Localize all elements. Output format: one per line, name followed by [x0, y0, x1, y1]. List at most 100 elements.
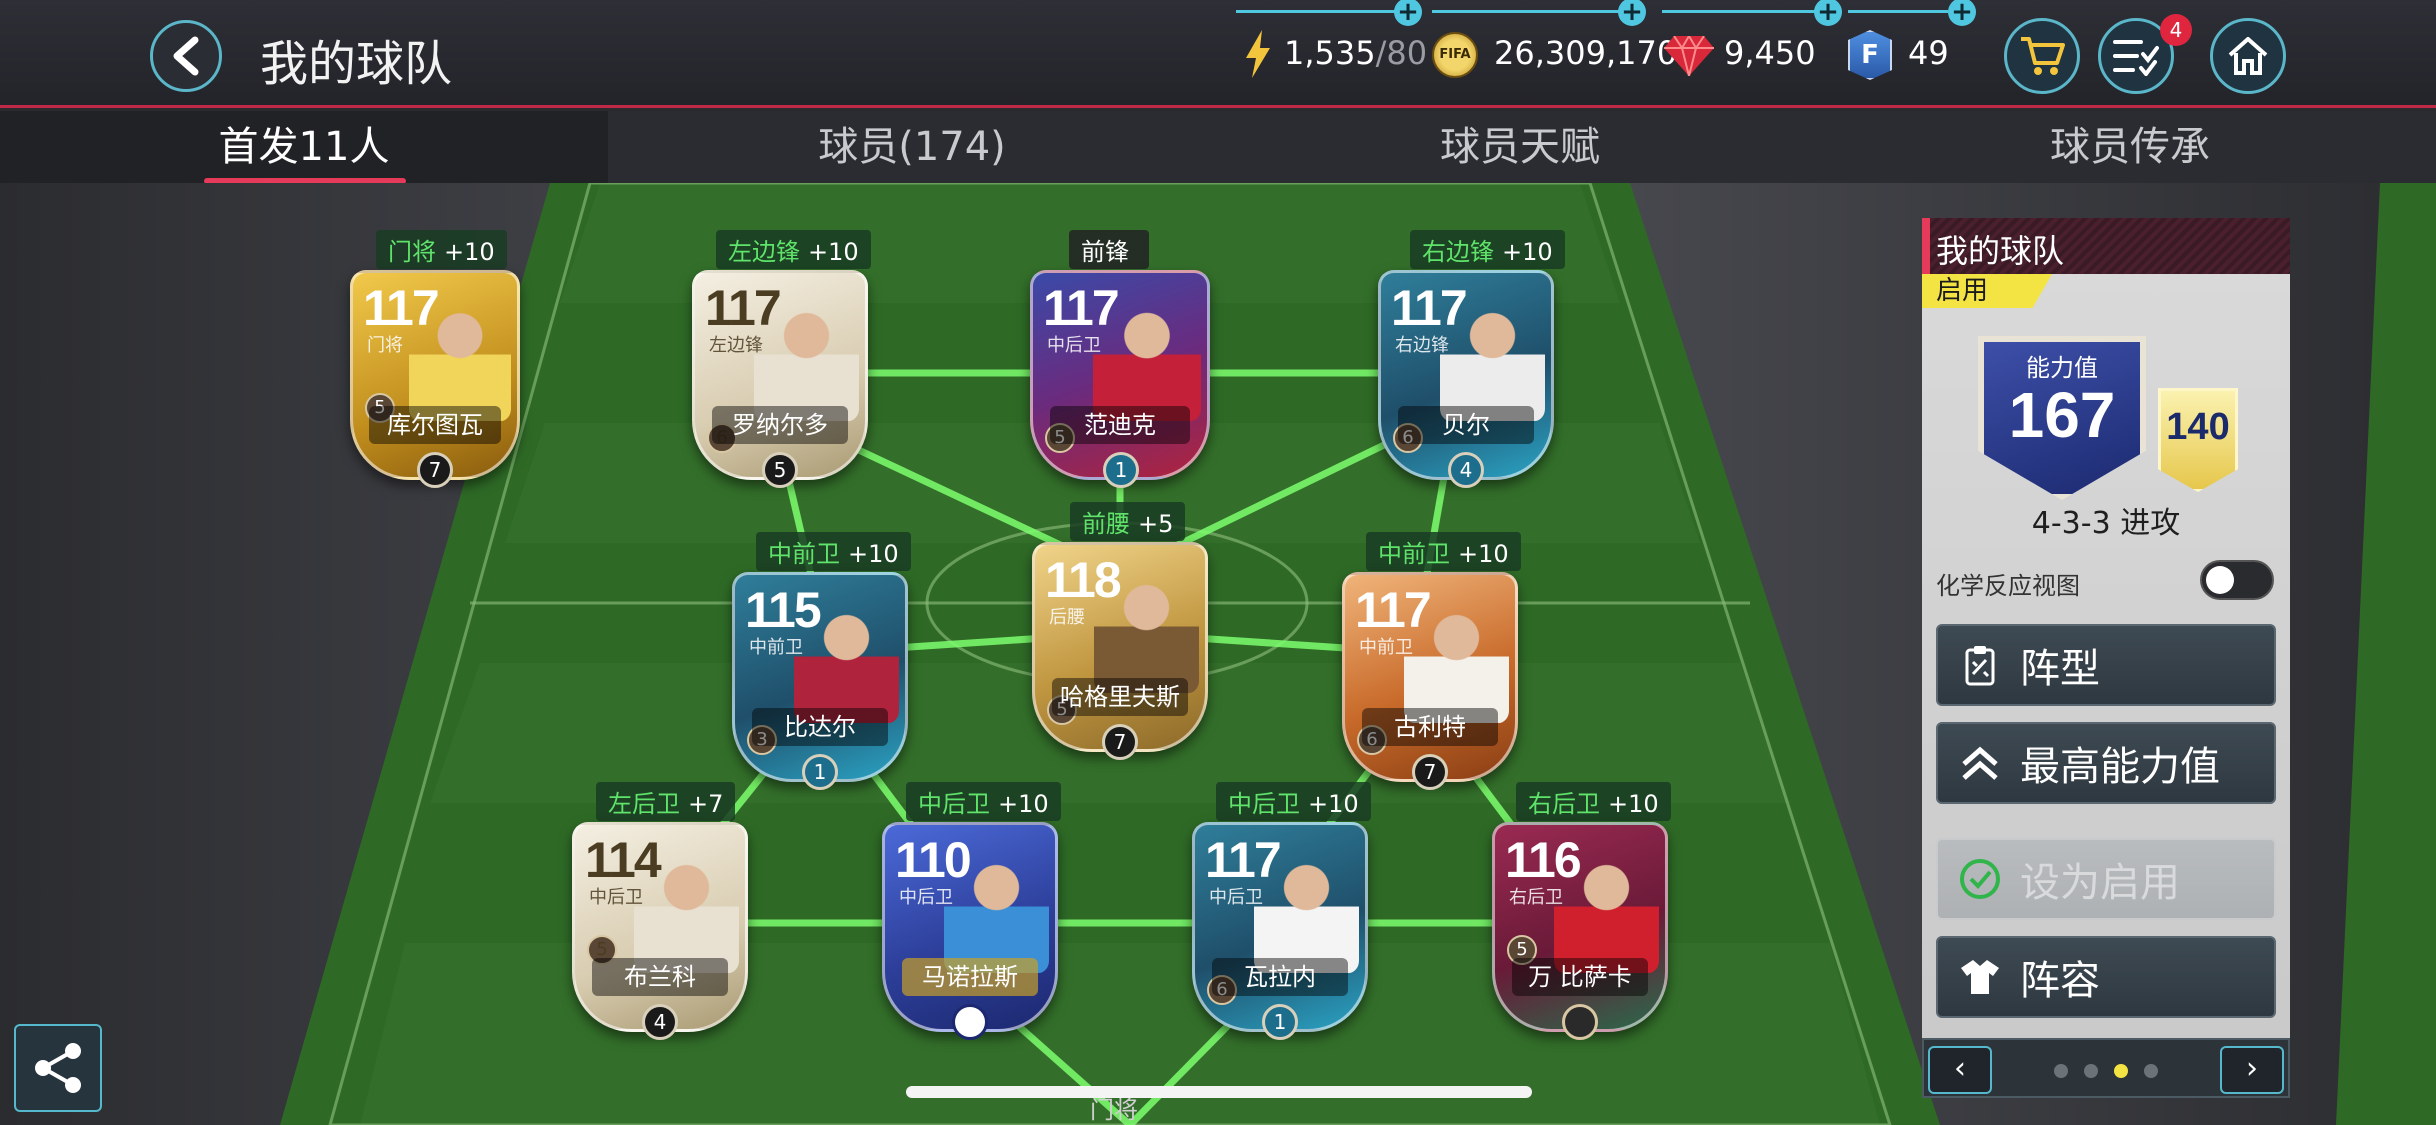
- player-card[interactable]: 117 中后卫 6 瓦拉内: [1192, 822, 1368, 1032]
- tab-player-legacy[interactable]: 球员传承: [1824, 111, 2436, 183]
- rank-badge: 4: [642, 1004, 678, 1040]
- formation-button-label: 阵型: [2020, 646, 2100, 692]
- player-name: 罗纳尔多: [712, 406, 848, 445]
- player-slot-rcb[interactable]: 中后卫 +10 117 中后卫 6 瓦拉内 1: [1180, 782, 1380, 1052]
- add-energy-icon[interactable]: +: [1394, 0, 1422, 26]
- player-card[interactable]: 110 中后卫 马诺拉斯: [882, 822, 1058, 1032]
- player-photo: [753, 299, 859, 422]
- lineup-button[interactable]: 阵容: [1936, 936, 2276, 1018]
- team-panel: 我的球队 启用 能力值 167 140 4-3-3 进攻 化学反应视图 阵型 最…: [1922, 218, 2290, 1098]
- player-slot-rb[interactable]: 右后卫 +10 116 右后卫 5 万 比萨卡: [1480, 782, 1680, 1052]
- rank-badge: 7: [1102, 724, 1138, 760]
- player-card[interactable]: 117 右边锋 6 贝尔: [1378, 270, 1554, 480]
- player-card[interactable]: 116 右后卫 5 万 比萨卡: [1492, 822, 1668, 1032]
- formation-button[interactable]: 阵型: [1936, 624, 2276, 706]
- page-title: 我的球队: [260, 36, 453, 92]
- add-gems-icon[interactable]: +: [1814, 0, 1842, 26]
- player-photo: [1253, 851, 1359, 974]
- player-slot-rw[interactable]: 右边锋 +10 117 右边锋 6 贝尔 4: [1370, 230, 1565, 500]
- panel-pager: ‹ ›: [1922, 1038, 2290, 1098]
- page-dot[interactable]: [2054, 1064, 2068, 1078]
- formation-text: 4-3-3 进攻: [2031, 506, 2181, 541]
- gem-resource[interactable]: + 9,450: [1662, 0, 1842, 100]
- chevron-left-icon: [173, 36, 199, 76]
- player-name: 范迪克: [1050, 406, 1190, 445]
- check-circle-icon: [1960, 859, 2000, 899]
- secondary-value: 140: [2166, 406, 2230, 448]
- player-name: 哈格里夫斯: [1052, 678, 1188, 717]
- player-slot-st[interactable]: 前锋 117 中后卫 5 范迪克 1: [1025, 230, 1215, 500]
- player-slot-cam[interactable]: 前腰 +5 118 后腰 5 哈格里夫斯 7: [1010, 502, 1230, 772]
- tab-players[interactable]: 球员(174): [608, 111, 1216, 183]
- add-points-icon[interactable]: +: [1948, 0, 1976, 26]
- coins-value: 26,309,170: [1494, 34, 1678, 72]
- home-icon: [2228, 37, 2268, 75]
- tab-starting-11[interactable]: 首发11人: [0, 111, 608, 183]
- cart-icon: [2021, 37, 2065, 75]
- player-slot-rcm[interactable]: 中前卫 +10 117 中前卫 6 古利特 7: [1330, 532, 1530, 802]
- add-coins-icon[interactable]: +: [1618, 0, 1646, 26]
- fifa-coin-icon: FIFA: [1432, 32, 1478, 78]
- player-card[interactable]: 117 门将 5 库尔图瓦: [350, 270, 520, 480]
- energy-resource[interactable]: + 1,535/80: [1236, 0, 1427, 100]
- fifa-points-resource[interactable]: + F 49: [1848, 0, 1978, 100]
- page-dot-active[interactable]: [2114, 1064, 2128, 1078]
- player-photo: [409, 299, 511, 422]
- position-label: 左后卫 +7: [596, 782, 736, 821]
- position-label: 前腰 +5: [1070, 502, 1186, 541]
- home-button[interactable]: [2210, 18, 2286, 94]
- set-active-button-label: 设为启用: [2020, 860, 2180, 906]
- prev-page-button[interactable]: ‹: [1928, 1046, 1992, 1094]
- player-slot-lb[interactable]: 左后卫 +7 114 中后卫 5 布兰科 4: [560, 782, 760, 1052]
- player-slot-gk[interactable]: 门将 +10 117 门将 5 库尔图瓦 7: [330, 230, 540, 500]
- toggle-knob: [2206, 566, 2234, 594]
- player-slot-lw[interactable]: 左边锋 +10 117 左边锋 6 罗纳尔多 5: [680, 230, 880, 500]
- player-photo: [1093, 571, 1199, 694]
- next-page-button[interactable]: ›: [2220, 1046, 2284, 1094]
- card-position: 后腰: [1049, 607, 1085, 628]
- position-label: 中后卫 +10: [906, 782, 1061, 821]
- position-label: 右边锋 +10: [1410, 230, 1565, 269]
- player-photo: [943, 851, 1049, 974]
- page-dot[interactable]: [2084, 1064, 2098, 1078]
- player-card[interactable]: 114 中后卫 5 布兰科: [572, 822, 748, 1032]
- best-rating-button-label: 最高能力值: [2020, 744, 2220, 790]
- set-active-button[interactable]: 设为启用: [1936, 838, 2276, 920]
- coin-resource[interactable]: + FIFA 26,309,170: [1432, 0, 1677, 100]
- store-button[interactable]: [2004, 18, 2080, 94]
- back-button[interactable]: [150, 20, 222, 92]
- power-value: 167: [2008, 379, 2116, 451]
- player-name: 古利特: [1362, 708, 1498, 747]
- player-photo: [633, 851, 739, 974]
- rank-badge: 1: [802, 754, 838, 790]
- best-rating-button[interactable]: 最高能力值: [1936, 722, 2276, 804]
- energy-icon: [1246, 30, 1270, 78]
- player-name: 瓦拉内: [1212, 958, 1348, 997]
- share-icon: [35, 1043, 81, 1093]
- share-button[interactable]: [14, 1024, 102, 1112]
- player-photo: [1093, 299, 1201, 422]
- rank-badge: 1: [1262, 1004, 1298, 1040]
- fifa-points-value: 49: [1908, 34, 1949, 72]
- player-card[interactable]: 118 后腰 5 哈格里夫斯: [1032, 542, 1208, 752]
- player-card[interactable]: 117 左边锋 6 罗纳尔多: [692, 270, 868, 480]
- page-dot[interactable]: [2144, 1064, 2158, 1078]
- position-label: 前锋: [1069, 230, 1149, 269]
- player-photo: [1553, 851, 1659, 974]
- position-label: 门将 +10: [376, 230, 507, 269]
- checklist-icon: [2113, 40, 2159, 76]
- player-slot-lcb[interactable]: 中后卫 +10 110 中后卫 马诺拉斯: [870, 782, 1070, 1052]
- home-indicator[interactable]: [906, 1086, 1532, 1098]
- card-position: 门将: [367, 335, 403, 356]
- ball-icon: [952, 1004, 988, 1040]
- tab-player-talents[interactable]: 球员天赋: [1216, 111, 1824, 183]
- rank-badge: 5: [762, 452, 798, 488]
- player-card[interactable]: 117 中前卫 6 古利特: [1342, 572, 1518, 782]
- player-card[interactable]: 115 中前卫 3 比达尔: [732, 572, 908, 782]
- rank-badge: 7: [1412, 754, 1448, 790]
- position-label: 左边锋 +10: [716, 230, 871, 269]
- fifa-points-icon: F: [1848, 30, 1892, 80]
- player-card[interactable]: 117 中后卫 5 范迪克: [1030, 270, 1210, 480]
- active-tag: 启用: [1922, 274, 2052, 308]
- player-slot-lcm[interactable]: 中前卫 +10 115 中前卫 3 比达尔 1: [720, 532, 920, 802]
